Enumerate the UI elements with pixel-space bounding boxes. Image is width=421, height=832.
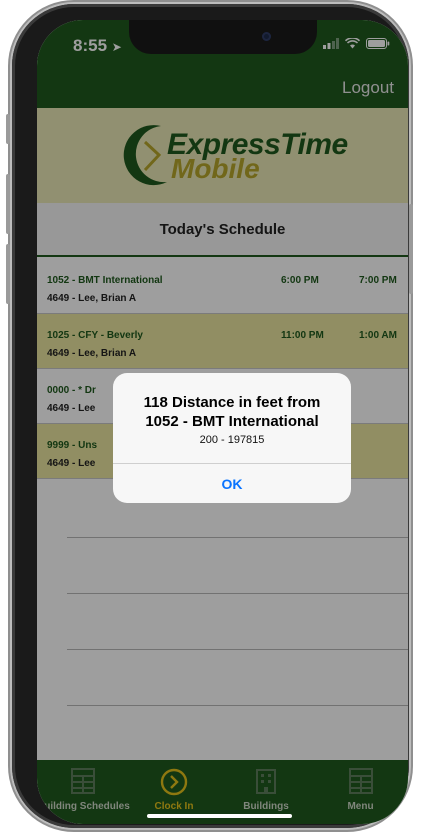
volume-up-button	[6, 174, 10, 234]
alert-message: 200 - 197815	[199, 434, 265, 446]
screen: 8:55 ➤ Logout ExpressTime Mobile Today's…	[37, 20, 408, 824]
power-button	[409, 204, 413, 294]
phone-frame: 8:55 ➤ Logout ExpressTime Mobile Today's…	[6, 4, 413, 828]
ok-button[interactable]: OK	[113, 463, 351, 503]
alert-title: 118 Distance in feet from 1052 - BMT Int…	[143, 394, 321, 430]
home-indicator[interactable]	[147, 814, 292, 818]
mute-switch	[6, 114, 10, 144]
volume-down-button	[6, 244, 10, 304]
distance-alert: 118 Distance in feet from 1052 - BMT Int…	[113, 373, 351, 503]
